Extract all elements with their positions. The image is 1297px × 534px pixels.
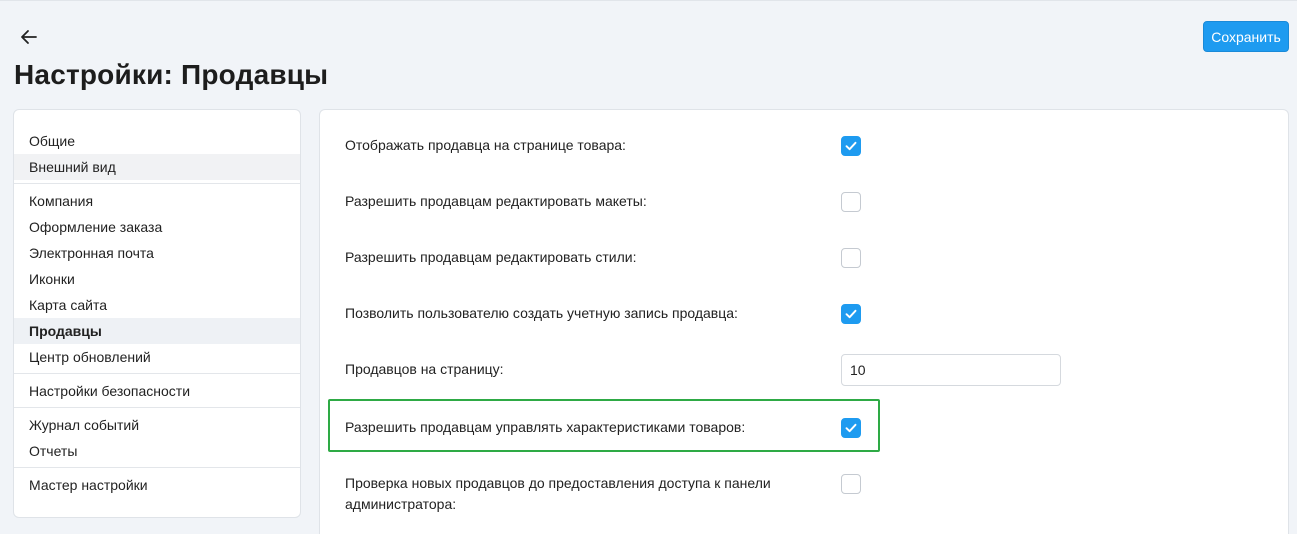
checkbox-edit-styles[interactable] [841, 248, 861, 268]
sidebar-divider [14, 407, 300, 408]
sidebar-divider [14, 373, 300, 374]
sidebar-item-reports[interactable]: Отчеты [14, 438, 300, 464]
setting-label-edit-styles: Разрешить продавцам редактировать стили: [345, 249, 637, 265]
sidebar-item-sitemap[interactable]: Карта сайта [14, 292, 300, 318]
setting-label-manage-features: Разрешить продавцам управлять характерис… [345, 419, 746, 435]
setting-label-approve-vendors: Проверка новых продавцов до предоставлен… [345, 475, 771, 512]
back-button[interactable] [14, 23, 44, 51]
sidebar-item-upgrade-center[interactable]: Центр обновлений [14, 344, 300, 370]
setting-label-show-vendor: Отображать продавца на странице товара: [345, 137, 626, 153]
sidebar-item-setup-wizard[interactable]: Мастер настройки [14, 472, 300, 498]
check-icon [845, 141, 857, 151]
sidebar-item-general[interactable]: Общие [14, 128, 300, 154]
sidebar-item-security[interactable]: Настройки безопасности [14, 378, 300, 404]
sidebar-item-vendors[interactable]: Продавцы [14, 318, 300, 344]
setting-label-vendors-per-page: Продавцов на страницу: [345, 361, 504, 377]
check-icon [845, 309, 857, 319]
save-button[interactable]: Сохранить [1203, 21, 1289, 52]
checkbox-manage-features[interactable] [841, 418, 861, 438]
setting-label-create-vendor-account: Позволить пользователю создать учетную з… [345, 305, 738, 321]
sidebar-item-checkout[interactable]: Оформление заказа [14, 214, 300, 240]
sidebar-item-event-log[interactable]: Журнал событий [14, 412, 300, 438]
sidebar-item-company[interactable]: Компания [14, 188, 300, 214]
setting-label-edit-layouts: Разрешить продавцам редактировать макеты… [345, 193, 647, 209]
page-title: Настройки: Продавцы [14, 59, 329, 90]
sidebar-divider [14, 183, 300, 184]
checkbox-show-vendor[interactable] [841, 136, 861, 156]
settings-page: Настройки: Продавцы Сохранить Общие Внеш… [0, 0, 1297, 534]
checkbox-create-vendor-account[interactable] [841, 304, 861, 324]
checkbox-approve-vendors[interactable] [841, 474, 861, 494]
vendors-per-page-input[interactable] [841, 354, 1061, 386]
sidebar-item-appearance[interactable]: Внешний вид [14, 154, 300, 180]
settings-sidebar: Общие Внешний вид Компания Оформление за… [13, 109, 301, 518]
sidebar-divider [14, 467, 300, 468]
checkbox-edit-layouts[interactable] [841, 192, 861, 212]
sidebar-item-icons[interactable]: Иконки [14, 266, 300, 292]
check-icon [845, 423, 857, 433]
sidebar-item-email[interactable]: Электронная почта [14, 240, 300, 266]
arrow-left-icon [21, 30, 37, 44]
settings-panel: Отображать продавца на странице товара: … [319, 109, 1289, 534]
